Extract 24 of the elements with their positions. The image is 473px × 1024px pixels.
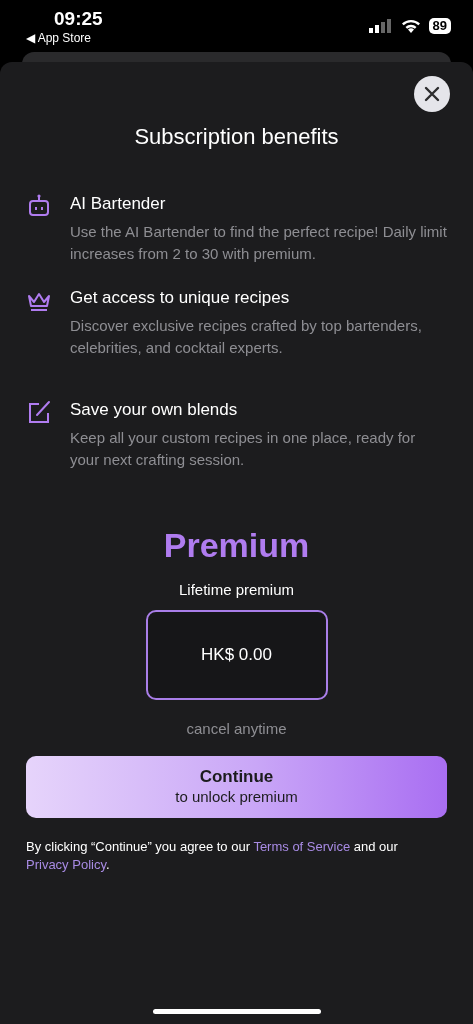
legal-text: By clicking “Continue” you agree to our Terms of Service and our Privacy Policy.	[26, 838, 399, 874]
terms-link[interactable]: Terms of Service	[253, 839, 351, 854]
benefit-title: Get access to unique recipes	[70, 287, 291, 309]
continue-button[interactable]: Continue to unlock premium	[26, 756, 447, 818]
status-time: 09:25	[54, 8, 103, 30]
signal-icon	[368, 19, 393, 33]
plan-option[interactable]: HK$ 0.00	[145, 609, 328, 700]
plan-note: cancel anytime	[185, 718, 288, 739]
title: Subscription benefits	[133, 123, 340, 151]
battery-level: 89	[428, 18, 451, 34]
plan-name: Lifetime premium	[177, 580, 295, 600]
privacy-link[interactable]: Privacy Policy	[26, 857, 106, 872]
back-link[interactable]: ◀ App Store	[26, 30, 103, 46]
close-button[interactable]	[414, 76, 450, 112]
robot-icon	[26, 193, 52, 219]
plan-heading: Premium	[162, 525, 311, 566]
wifi-icon	[400, 19, 421, 33]
edit-icon	[26, 399, 52, 425]
benefit-title: AI Bartender	[70, 193, 167, 215]
benefit-description: Keep all your custom recipes in one place, ready for your next crafting session.	[70, 428, 417, 470]
benefit-description: Discover exclusive recipes crafted by top bartenders, celebrities, and cocktail experts.	[70, 316, 423, 358]
benefit-title: Save your own blends	[70, 399, 239, 421]
close-icon	[424, 86, 440, 102]
benefit-description: Use the AI Bartender to find the perfect recipe! Daily limit increases from 2 to 30 with premium.	[70, 222, 447, 264]
